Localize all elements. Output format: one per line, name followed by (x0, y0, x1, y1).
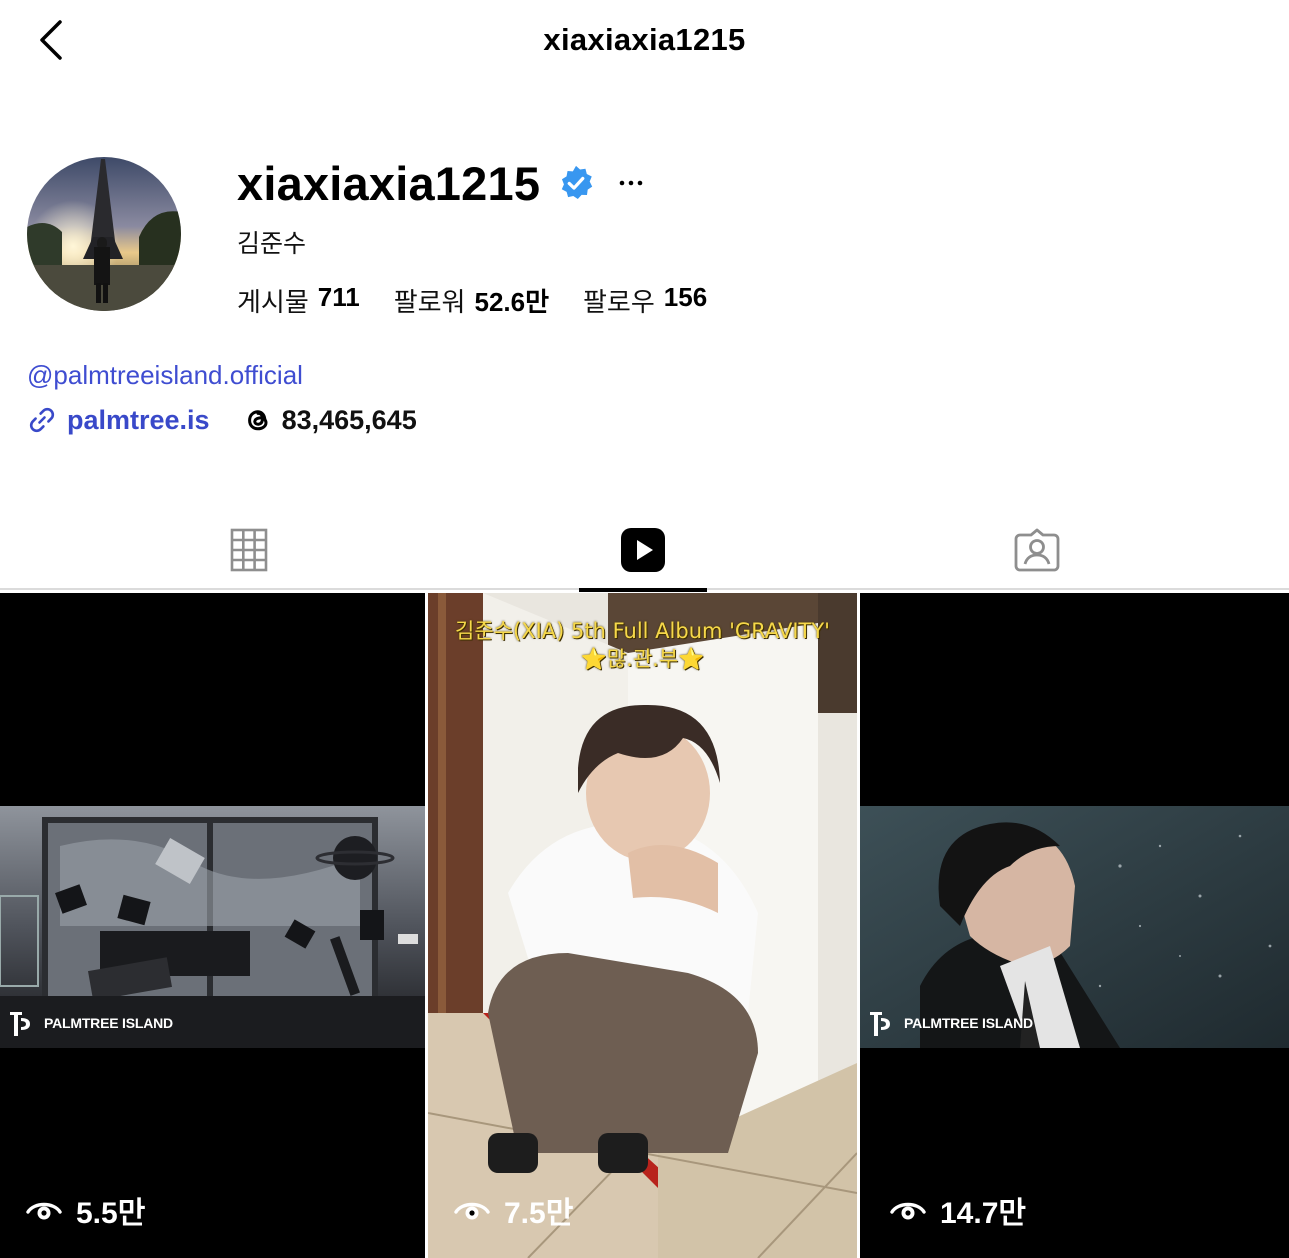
profile-header: xiaxiaxia1215 (237, 152, 646, 214)
more-options-icon[interactable] (616, 168, 646, 198)
link-icon (29, 407, 55, 433)
eye-icon (454, 1202, 490, 1220)
grid-icon (230, 528, 268, 572)
palmtree-logo-icon (10, 1012, 30, 1036)
stat-value: 52.6만 (474, 287, 550, 317)
profile-stats: 게시물 711 팔로워 52.6만 팔로우 156 (237, 282, 707, 319)
stat-label: 팔로우 (583, 288, 655, 318)
reel-caption: 김준수(XIA) 5th Full Album 'GRAVITY' ⭐많.관.부… (428, 617, 857, 673)
stat-label: 게시물 (237, 288, 309, 318)
threads-badge[interactable]: 83,465,645 (242, 404, 417, 436)
reels-icon (621, 528, 665, 572)
brand-watermark-text: PALMTREE ISLAND (44, 1015, 173, 1031)
page-title: xiaxiaxia1215 (543, 22, 746, 57)
stat-followers[interactable]: 팔로워 52.6만 (394, 282, 549, 319)
reel-caption-line: 김준수(XIA) 5th Full Album 'GRAVITY' (455, 619, 830, 643)
bio-links-row: palmtree.is 83,465,645 (27, 402, 417, 438)
reel-caption-line: ⭐많.관.부⭐ (580, 647, 705, 671)
reel-view-count: 7.5만 (504, 1197, 574, 1230)
threads-count: 83,465,645 (281, 404, 417, 435)
reel-view-count: 14.7만 (940, 1197, 1026, 1230)
eye-icon (26, 1202, 62, 1220)
profile-username: xiaxiaxia1215 (237, 156, 541, 210)
stat-value: 156 (663, 282, 708, 312)
tab-tagged[interactable] (973, 510, 1101, 590)
profile-full-name: 김준수 (237, 229, 307, 258)
reel-image (428, 593, 857, 1258)
stat-following[interactable]: 팔로우 156 (583, 282, 707, 319)
palmtree-logo-icon (870, 1012, 890, 1036)
reel-views: 7.5만 (454, 1188, 573, 1232)
bio-mention-link[interactable]: @palmtreeisland.official (27, 360, 303, 391)
tagged-icon (1014, 528, 1060, 572)
stat-label: 팔로워 (393, 288, 466, 318)
top-bar: xiaxiaxia1215 (0, 0, 1289, 84)
reel-views: 5.5만 (26, 1188, 145, 1232)
tab-posts-grid[interactable] (185, 510, 313, 590)
profile-tabs (0, 510, 1289, 592)
brand-watermark: PALMTREE ISLAND (868, 1008, 1033, 1038)
eye-icon (890, 1202, 926, 1220)
verified-badge-icon (561, 165, 593, 200)
reel-thumbnail[interactable]: 김준수(XIA) 5th Full Album 'GRAVITY' ⭐많.관.부… (428, 593, 857, 1258)
brand-watermark-text: PALMTREE ISLAND (904, 1015, 1033, 1031)
reel-thumbnail[interactable]: PALMTREE ISLAND 5.5만 (0, 593, 425, 1258)
reel-thumbnail[interactable]: PALMTREE ISLAND 14.7만 (860, 593, 1289, 1258)
avatar[interactable] (27, 157, 181, 311)
stat-posts[interactable]: 게시물 711 (237, 282, 360, 319)
external-link[interactable]: palmtree.is (27, 405, 210, 436)
tab-reels[interactable] (579, 510, 707, 592)
reels-grid: PALMTREE ISLAND 5.5만 김준수(XIA) 5th Full A… (0, 593, 1289, 1258)
reel-views: 14.7만 (890, 1188, 1026, 1232)
external-link-text: palmtree.is (67, 404, 210, 435)
threads-icon (247, 410, 268, 431)
stat-value: 711 (317, 282, 360, 312)
reel-view-count: 5.5만 (76, 1197, 146, 1230)
brand-watermark: PALMTREE ISLAND (8, 1008, 173, 1038)
